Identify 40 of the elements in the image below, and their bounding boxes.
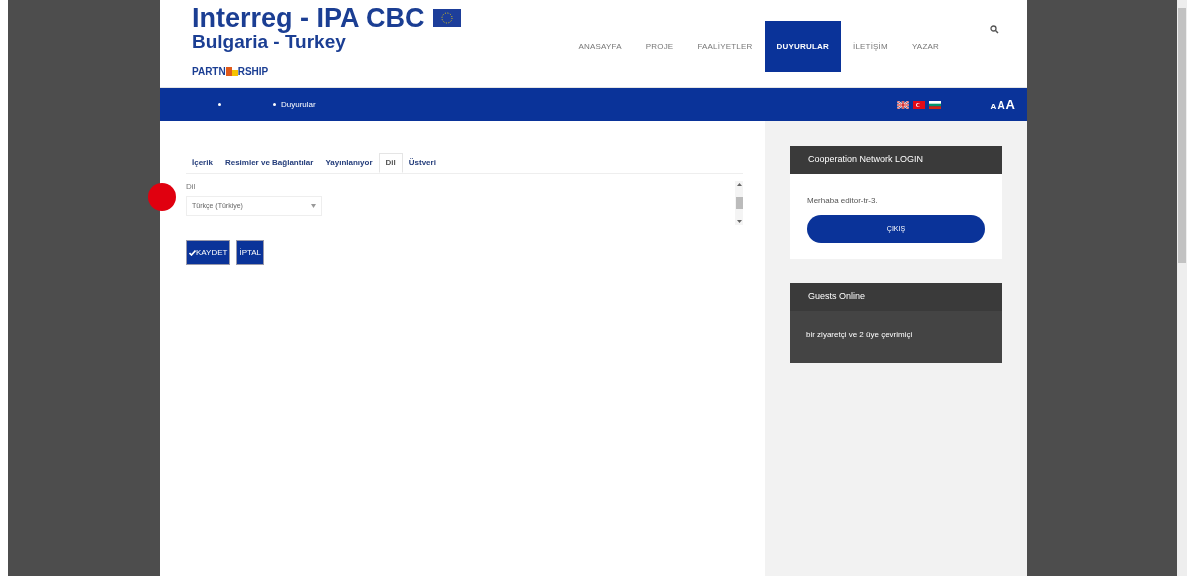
bullet-icon bbox=[273, 103, 276, 106]
tab[interactable]: Üstveri bbox=[402, 153, 442, 173]
nav-item[interactable]: YAZAR bbox=[899, 21, 951, 72]
nav-item[interactable]: PROJE bbox=[633, 21, 686, 72]
logo-mark-icon bbox=[225, 67, 238, 76]
tab[interactable]: Dil bbox=[378, 153, 403, 173]
logo-tagline: PARTN bbox=[192, 65, 226, 79]
nav-item[interactable]: DUYURULAR bbox=[764, 21, 841, 72]
nav-item[interactable]: FAALİYETLER bbox=[685, 21, 765, 72]
search-icon[interactable] bbox=[990, 25, 999, 34]
font-size-button[interactable]: A bbox=[1005, 94, 1015, 115]
eu-flag-icon bbox=[432, 9, 461, 27]
check-icon bbox=[189, 249, 196, 256]
field-label: Dil bbox=[186, 181, 197, 193]
font-size-button[interactable]: A bbox=[997, 97, 1005, 113]
greeting-text: Merhaba editor-tr-3. bbox=[807, 195, 879, 207]
caret-icon bbox=[311, 204, 316, 208]
turkey-flag-icon[interactable] bbox=[912, 100, 925, 109]
logo-title: Interreg - IPA CBC bbox=[192, 4, 425, 32]
home-bullet-icon[interactable] bbox=[218, 103, 221, 106]
module-title: Cooperation Network LOGIN bbox=[790, 146, 1002, 174]
scroll-down-icon[interactable] bbox=[736, 220, 742, 223]
font-size-button[interactable]: A bbox=[990, 100, 997, 113]
tab[interactable]: Resimler ve Bağlantılar bbox=[218, 153, 320, 173]
logo-tagline: RSHIP bbox=[237, 65, 269, 79]
breadcrumb-link[interactable]: Duyurular bbox=[281, 98, 316, 111]
save-button[interactable]: KAYDET bbox=[186, 240, 231, 265]
bulgaria-flag-icon[interactable] bbox=[928, 100, 941, 109]
uk-flag-icon[interactable] bbox=[896, 100, 909, 109]
nav-item[interactable]: İLETİŞİM bbox=[840, 21, 900, 72]
nav-item[interactable]: ANASAYFA bbox=[566, 21, 634, 72]
logo-subtitle: Bulgaria - Turkey bbox=[192, 32, 347, 52]
scroll-up-icon[interactable] bbox=[736, 183, 742, 186]
guests-text: bir ziyaretçi ve 2 üye çevrimiçi bbox=[806, 329, 914, 341]
tab[interactable]: İçerik bbox=[186, 153, 219, 173]
tab[interactable]: Yayınlanıyor bbox=[319, 153, 379, 173]
page-scrollbar[interactable] bbox=[1177, 0, 1187, 576]
cancel-button[interactable]: İPTAL bbox=[236, 240, 265, 265]
scrollbar[interactable] bbox=[735, 181, 743, 225]
module-title: Guests Online bbox=[790, 283, 1002, 311]
